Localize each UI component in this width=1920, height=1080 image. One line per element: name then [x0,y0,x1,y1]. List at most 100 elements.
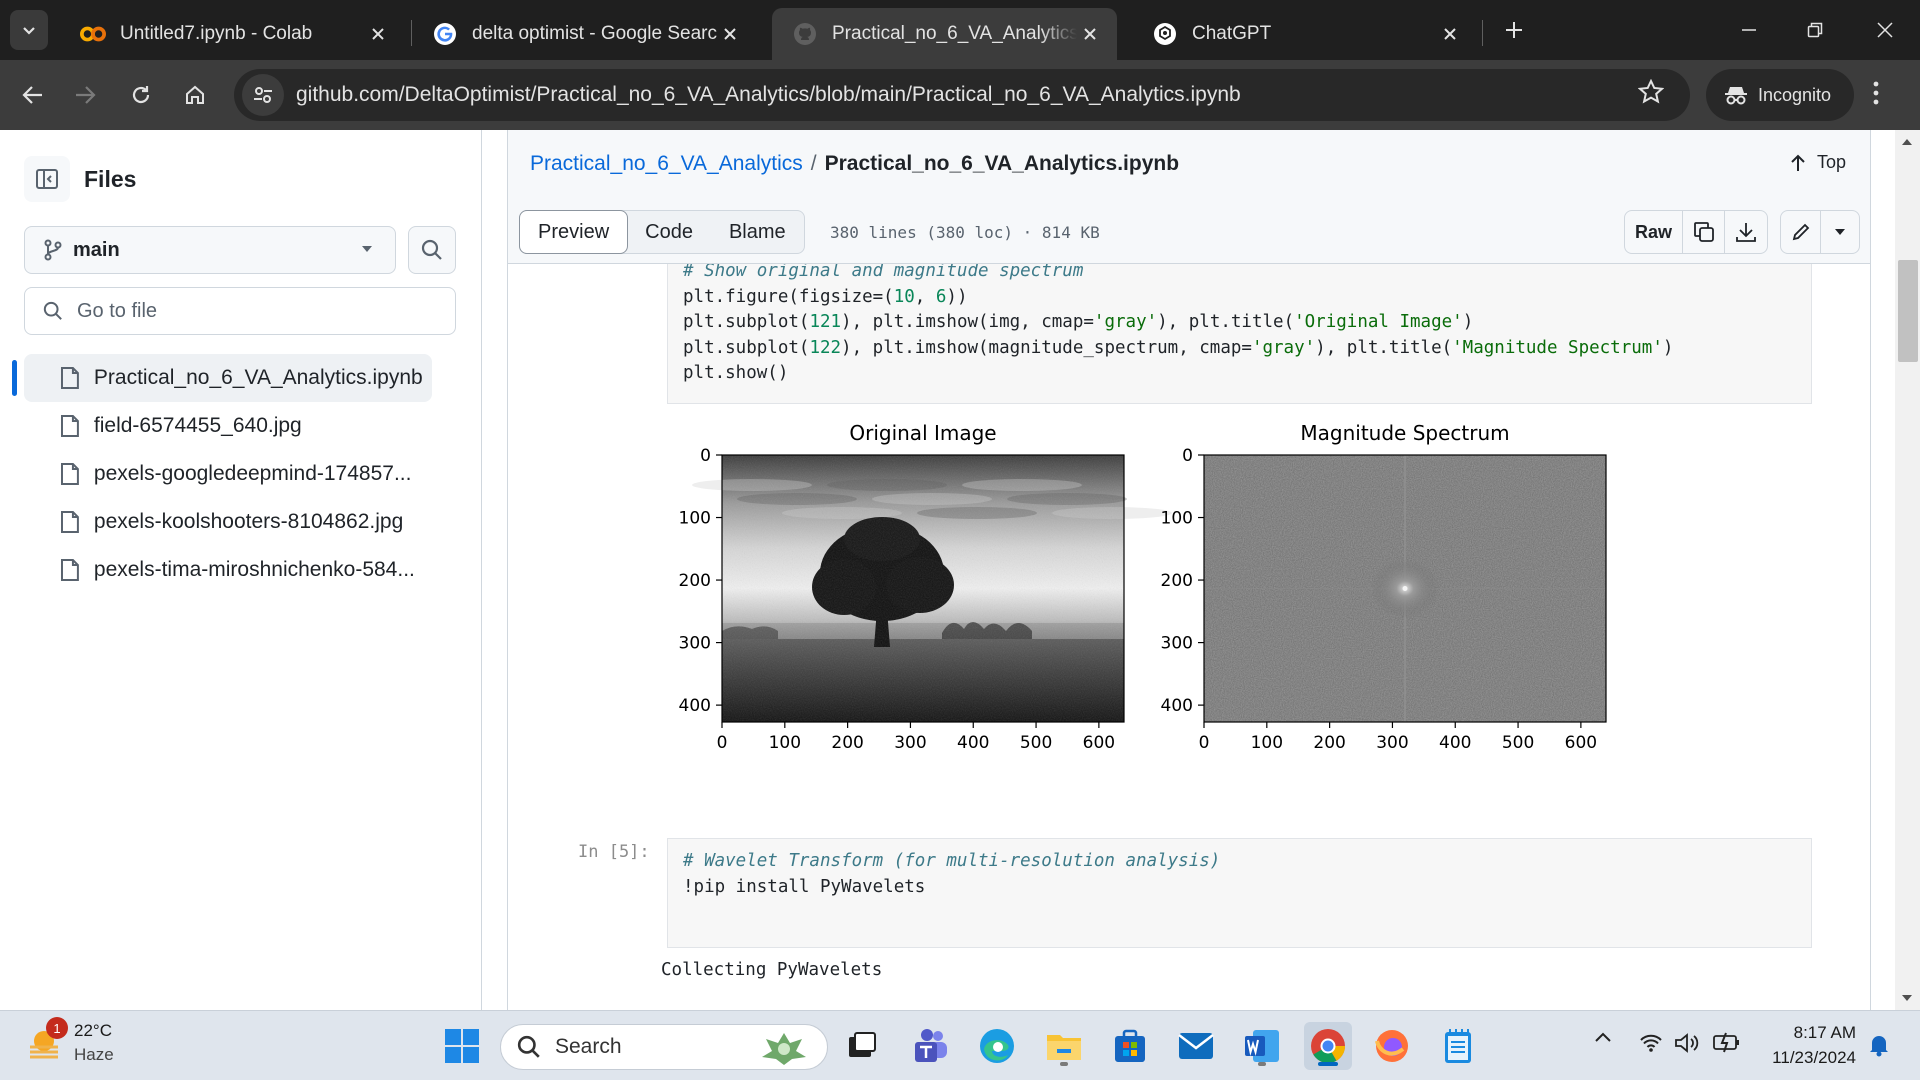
notepad-app[interactable] [1434,1022,1482,1070]
tab-github-active[interactable]: Practical_no_6_VA_Analytics/Pra [772,8,1117,60]
taskbar-search-box[interactable]: Search [500,1024,828,1070]
file-item-selected[interactable]: Practical_no_6_VA_Analytics.ipynb [12,354,432,402]
y-tick-label: 200 [679,571,711,591]
clock[interactable]: 8:17 AM 11/23/2024 [1756,1020,1856,1070]
chevron-down-icon [23,27,35,35]
close-icon[interactable] [365,21,391,47]
top-label: Top [1816,152,1846,172]
browser-menu-button[interactable] [1870,78,1882,108]
back-button[interactable] [12,74,54,116]
tab-title: ChatGPT [1192,23,1272,44]
file-item[interactable]: field-6574455_640.jpg [24,402,432,450]
code-cell: # Show original and magnitude spectrum p… [667,264,1812,404]
file-item[interactable]: pexels-googledeepmind-174857... [24,450,432,498]
teams-app[interactable] [906,1022,954,1070]
code-comment: # Wavelet Transform (for multi-resolutio… [683,851,1221,871]
file-item[interactable]: pexels-koolshooters-8104862.jpg [24,498,432,546]
tab-search-button[interactable] [10,10,48,50]
tab-colab[interactable]: Untitled7.ipynb - Colab [60,8,405,60]
tab-strip: Untitled7.ipynb - Colab delta optimist -… [0,0,1920,60]
magnitude-spectrum-image [1204,455,1606,722]
edit-button[interactable] [1781,211,1821,253]
word-app[interactable] [1238,1022,1286,1070]
file-explorer-app[interactable] [1040,1022,1088,1070]
tab-title: Untitled7.ipynb - Colab [120,23,313,44]
tab-code[interactable]: Code [627,211,711,253]
reload-button[interactable] [120,74,162,116]
notifications-button[interactable] [1868,1033,1890,1057]
incognito-indicator[interactable]: Incognito [1706,69,1854,121]
file-tree-sidebar: Files main Go to file Practical_no_6_VA_… [0,130,482,1010]
close-icon[interactable] [717,21,743,47]
restore-button[interactable] [1790,8,1840,52]
scrollbar-thumb[interactable] [1898,260,1918,362]
top-button[interactable]: Top [1789,152,1846,173]
copy-button[interactable] [1683,211,1725,253]
mail-app[interactable] [1172,1022,1220,1070]
breadcrumb-repo-link[interactable]: Practical_no_6_VA_Analytics [530,152,803,176]
task-view-icon [849,1032,876,1057]
collapse-sidebar-button[interactable] [24,156,70,202]
window-close-button[interactable] [1860,8,1910,52]
forward-button[interactable] [64,74,106,116]
tab-chatgpt[interactable]: ChatGPT [1132,8,1477,60]
file-icon [60,367,79,389]
download-button[interactable] [1725,211,1767,253]
weather-widget[interactable]: 1 22°C Haze [24,1017,114,1067]
temperature: 22°C [74,1021,112,1040]
windows-logo-icon [445,1029,479,1063]
firefox-app[interactable] [1368,1022,1416,1070]
search-icon [43,301,62,320]
code-line: !pip install PyWavelets [683,876,926,897]
search-files-button[interactable] [408,226,456,274]
y-tick-label: 200 [1161,571,1193,591]
edit-options-button[interactable] [1821,211,1859,253]
task-view-button[interactable] [838,1022,886,1070]
volume-status[interactable] [1674,1033,1700,1053]
start-button[interactable] [438,1022,486,1070]
network-status[interactable] [1640,1033,1662,1053]
file-info: 380 lines (380 loc) · 814 KB [830,223,1100,242]
tab-google-search[interactable]: delta optimist - Google Search [412,8,757,60]
file-icon [60,415,79,437]
tab-blame[interactable]: Blame [711,211,804,253]
site-info-icon[interactable] [242,74,284,116]
colab-icon [80,21,106,47]
go-to-file-input[interactable]: Go to file [24,287,456,335]
original-image [692,455,1172,722]
incognito-label: Incognito [1758,84,1832,105]
minimize-button[interactable] [1724,8,1774,52]
chevron-up-icon [1595,1032,1611,1042]
close-icon[interactable] [1437,21,1463,47]
y-tick-label: 400 [679,696,711,716]
bookmark-star-icon[interactable] [1638,79,1664,105]
branch-selector[interactable]: main [24,226,396,274]
cell-output: Collecting PyWavelets [661,960,883,980]
raw-button[interactable]: Raw [1625,211,1683,253]
view-mode-tabs: Preview Code Blame [519,210,805,254]
file-item[interactable]: pexels-tima-miroshnichenko-584... [24,546,432,594]
close-icon[interactable] [1077,21,1103,47]
reload-icon [132,86,150,104]
new-tab-button[interactable] [1496,12,1532,48]
notepad-icon [1445,1029,1471,1063]
store-app[interactable] [1106,1022,1154,1070]
notebook-preview: # Show original and magnitude spectrum p… [507,264,1871,1010]
show-hidden-icons-button[interactable] [1594,1031,1612,1043]
edit-group [1780,210,1860,254]
breadcrumb-file: Practical_no_6_VA_Analytics.ipynb [824,152,1180,175]
battery-status[interactable] [1712,1031,1742,1053]
chrome-app-active[interactable] [1304,1022,1352,1070]
x-tick-label: 400 [957,733,989,753]
address-bar[interactable]: github.com/DeltaOptimist/Practical_no_6_… [234,69,1690,121]
tab-preview[interactable]: Preview [519,210,629,254]
edge-app[interactable] [973,1022,1021,1070]
github-icon [792,21,818,47]
home-button[interactable] [174,74,216,116]
windows-taskbar: 1 22°C Haze Search 8:17 AM 11/23/2024 [0,1010,1920,1080]
x-tick-label: 200 [831,733,863,753]
cell-prompt: In [5]: [578,842,650,862]
branch-name: main [73,238,120,261]
download-icon [1736,223,1756,242]
date: 11/23/2024 [1772,1048,1856,1067]
